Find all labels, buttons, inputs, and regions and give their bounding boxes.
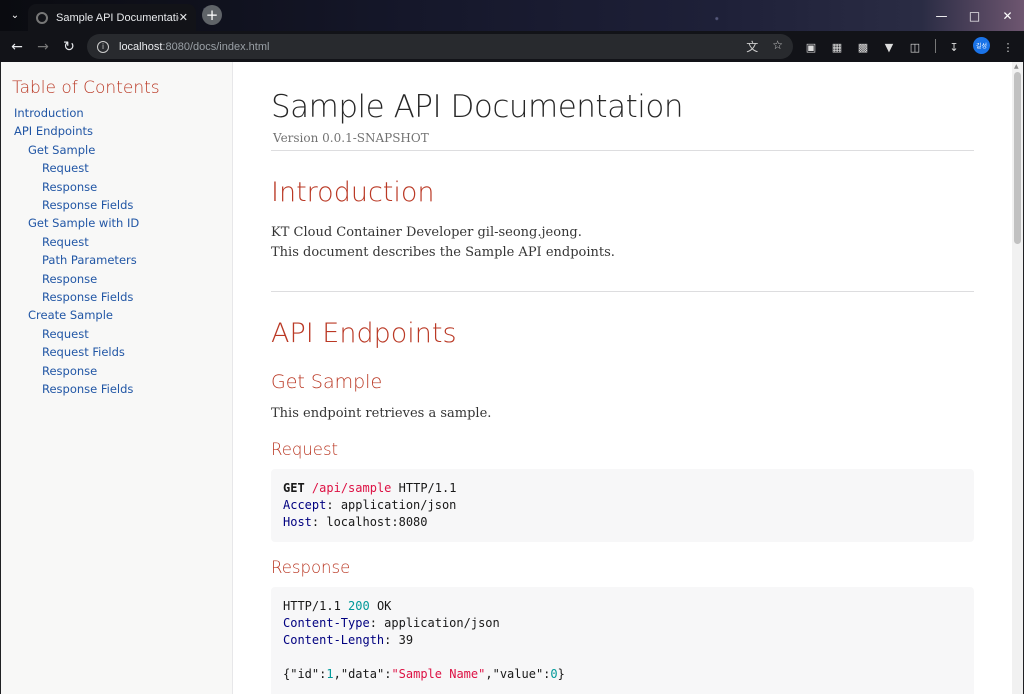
header-value: localhost:8080: [326, 515, 428, 529]
version-label: Version 0.0.1-SNAPSHOT: [273, 131, 429, 145]
json-key: "value": [492, 667, 544, 681]
header-divider: [271, 150, 974, 151]
maximize-icon[interactable]: □: [958, 0, 991, 31]
status-reason: OK: [376, 599, 392, 613]
extensions-puzzle-icon[interactable]: ◫: [907, 39, 923, 55]
address-bar[interactable]: i localhost:8080/docs/index.html 文 ☆: [87, 34, 793, 59]
forward-icon[interactable]: →: [32, 36, 54, 58]
scroll-up-icon[interactable]: ▲: [1014, 63, 1019, 70]
toc-link[interactable]: API Endpoints: [14, 124, 93, 138]
toc-title: Table of Contents: [12, 78, 160, 98]
url-text: localhost:8080/docs/index.html: [119, 41, 269, 53]
toc-link[interactable]: Response Fields: [42, 198, 133, 212]
page-title: Sample API Documentation: [271, 89, 683, 125]
header-value: application/json: [340, 498, 457, 512]
request-heading: Request: [271, 440, 339, 459]
toc-link[interactable]: Request: [42, 161, 89, 175]
url-path: :8080/docs/index.html: [162, 40, 270, 53]
response-heading: Response: [271, 558, 351, 577]
header-name: Content-Length: [283, 633, 385, 647]
subsection-heading-get-sample: Get Sample: [271, 371, 383, 393]
json-key: "data": [340, 667, 385, 681]
browser-tab[interactable]: Sample API Documentation ✕: [28, 4, 196, 31]
response-code-block: HTTP/1.1 200 OK Content-Type: applicatio…: [271, 587, 974, 694]
toc-link[interactable]: Create Sample: [28, 308, 113, 322]
browser-tab-bar: ⌄ Sample API Documentation ✕ + — □ ✕: [0, 0, 1024, 31]
toolbar-divider: [935, 39, 936, 53]
status-code: 200: [348, 599, 370, 613]
translate-icon[interactable]: 文: [746, 38, 758, 55]
download-icon[interactable]: ↧: [946, 39, 962, 55]
header-value: 39: [398, 633, 414, 647]
table-of-contents: Table of Contents Introduction API Endpoi…: [1, 62, 233, 694]
section-heading-introduction: Introduction: [271, 177, 435, 208]
browser-toolbar: ← → ↻ i localhost:8080/docs/index.html 文…: [0, 31, 1024, 62]
toc-link[interactable]: Get Sample: [28, 143, 95, 157]
json-number: 0: [550, 667, 558, 681]
menu-kebab-icon[interactable]: ⋮: [1000, 39, 1016, 55]
vue-extension-icon[interactable]: ▼: [881, 39, 897, 55]
header-name: Host: [283, 515, 312, 529]
toc-link[interactable]: Get Sample with ID: [28, 216, 139, 230]
page-viewport: Table of Contents Introduction API Endpoi…: [1, 62, 1023, 694]
json-string: "Sample Name": [391, 667, 486, 681]
header-value: application/json: [384, 616, 500, 630]
translate-extension-icon[interactable]: ▩: [855, 39, 871, 55]
toc-link[interactable]: Request Fields: [42, 345, 125, 359]
toc-link[interactable]: Response: [42, 364, 97, 378]
vertical-scrollbar[interactable]: ▲: [1012, 62, 1023, 694]
tab-search-icon[interactable]: ⌄: [4, 5, 26, 25]
intro-line-2: This document describes the Sample API e…: [271, 245, 615, 260]
toc-link[interactable]: Response: [42, 272, 97, 286]
scrollbar-thumb[interactable]: [1014, 72, 1021, 244]
get-sample-description: This endpoint retrieves a sample.: [271, 406, 492, 421]
close-window-icon[interactable]: ✕: [991, 0, 1024, 31]
bookmark-star-icon[interactable]: ☆: [772, 38, 783, 55]
close-tab-icon[interactable]: ✕: [179, 11, 188, 24]
header-name: Content-Type: [283, 616, 370, 630]
section-divider: [271, 291, 974, 292]
http-method: GET: [283, 481, 305, 495]
json-key: "id": [290, 667, 320, 681]
new-tab-button[interactable]: +: [202, 5, 222, 25]
back-icon[interactable]: ←: [6, 36, 28, 58]
toc-link[interactable]: Request: [42, 235, 89, 249]
section-heading-api-endpoints: API Endpoints: [271, 318, 457, 349]
response-protocol: HTTP/1.1: [283, 599, 341, 613]
toc-link[interactable]: Path Parameters: [42, 253, 137, 267]
minimize-icon[interactable]: —: [925, 0, 958, 31]
toc-link[interactable]: Introduction: [14, 106, 84, 120]
toc-link[interactable]: Response Fields: [42, 382, 133, 396]
toc-link[interactable]: Request: [42, 327, 89, 341]
window-controls: — □ ✕: [925, 0, 1024, 31]
header-name: Accept: [283, 498, 327, 512]
page-loading-icon: [36, 11, 48, 24]
camera-extension-icon[interactable]: ▣: [803, 39, 819, 55]
request-protocol: HTTP/1.1: [398, 481, 457, 495]
url-host: localhost: [119, 40, 163, 53]
json-number: 1: [326, 667, 334, 681]
profile-avatar[interactable]: 길성: [973, 37, 990, 54]
toc-link[interactable]: Response: [42, 180, 97, 194]
toc-link[interactable]: Response Fields: [42, 290, 133, 304]
tab-title: Sample API Documentation: [56, 11, 179, 24]
request-code-block: GET /api/sample HTTP/1.1 Accept: applica…: [271, 469, 974, 542]
site-info-icon[interactable]: i: [97, 40, 109, 53]
request-path: /api/sample: [311, 481, 392, 495]
extension-icon[interactable]: ▦: [829, 39, 845, 55]
reload-icon[interactable]: ↻: [58, 36, 80, 58]
intro-line-1: KT Cloud Container Developer gil-seong.j…: [271, 225, 582, 240]
